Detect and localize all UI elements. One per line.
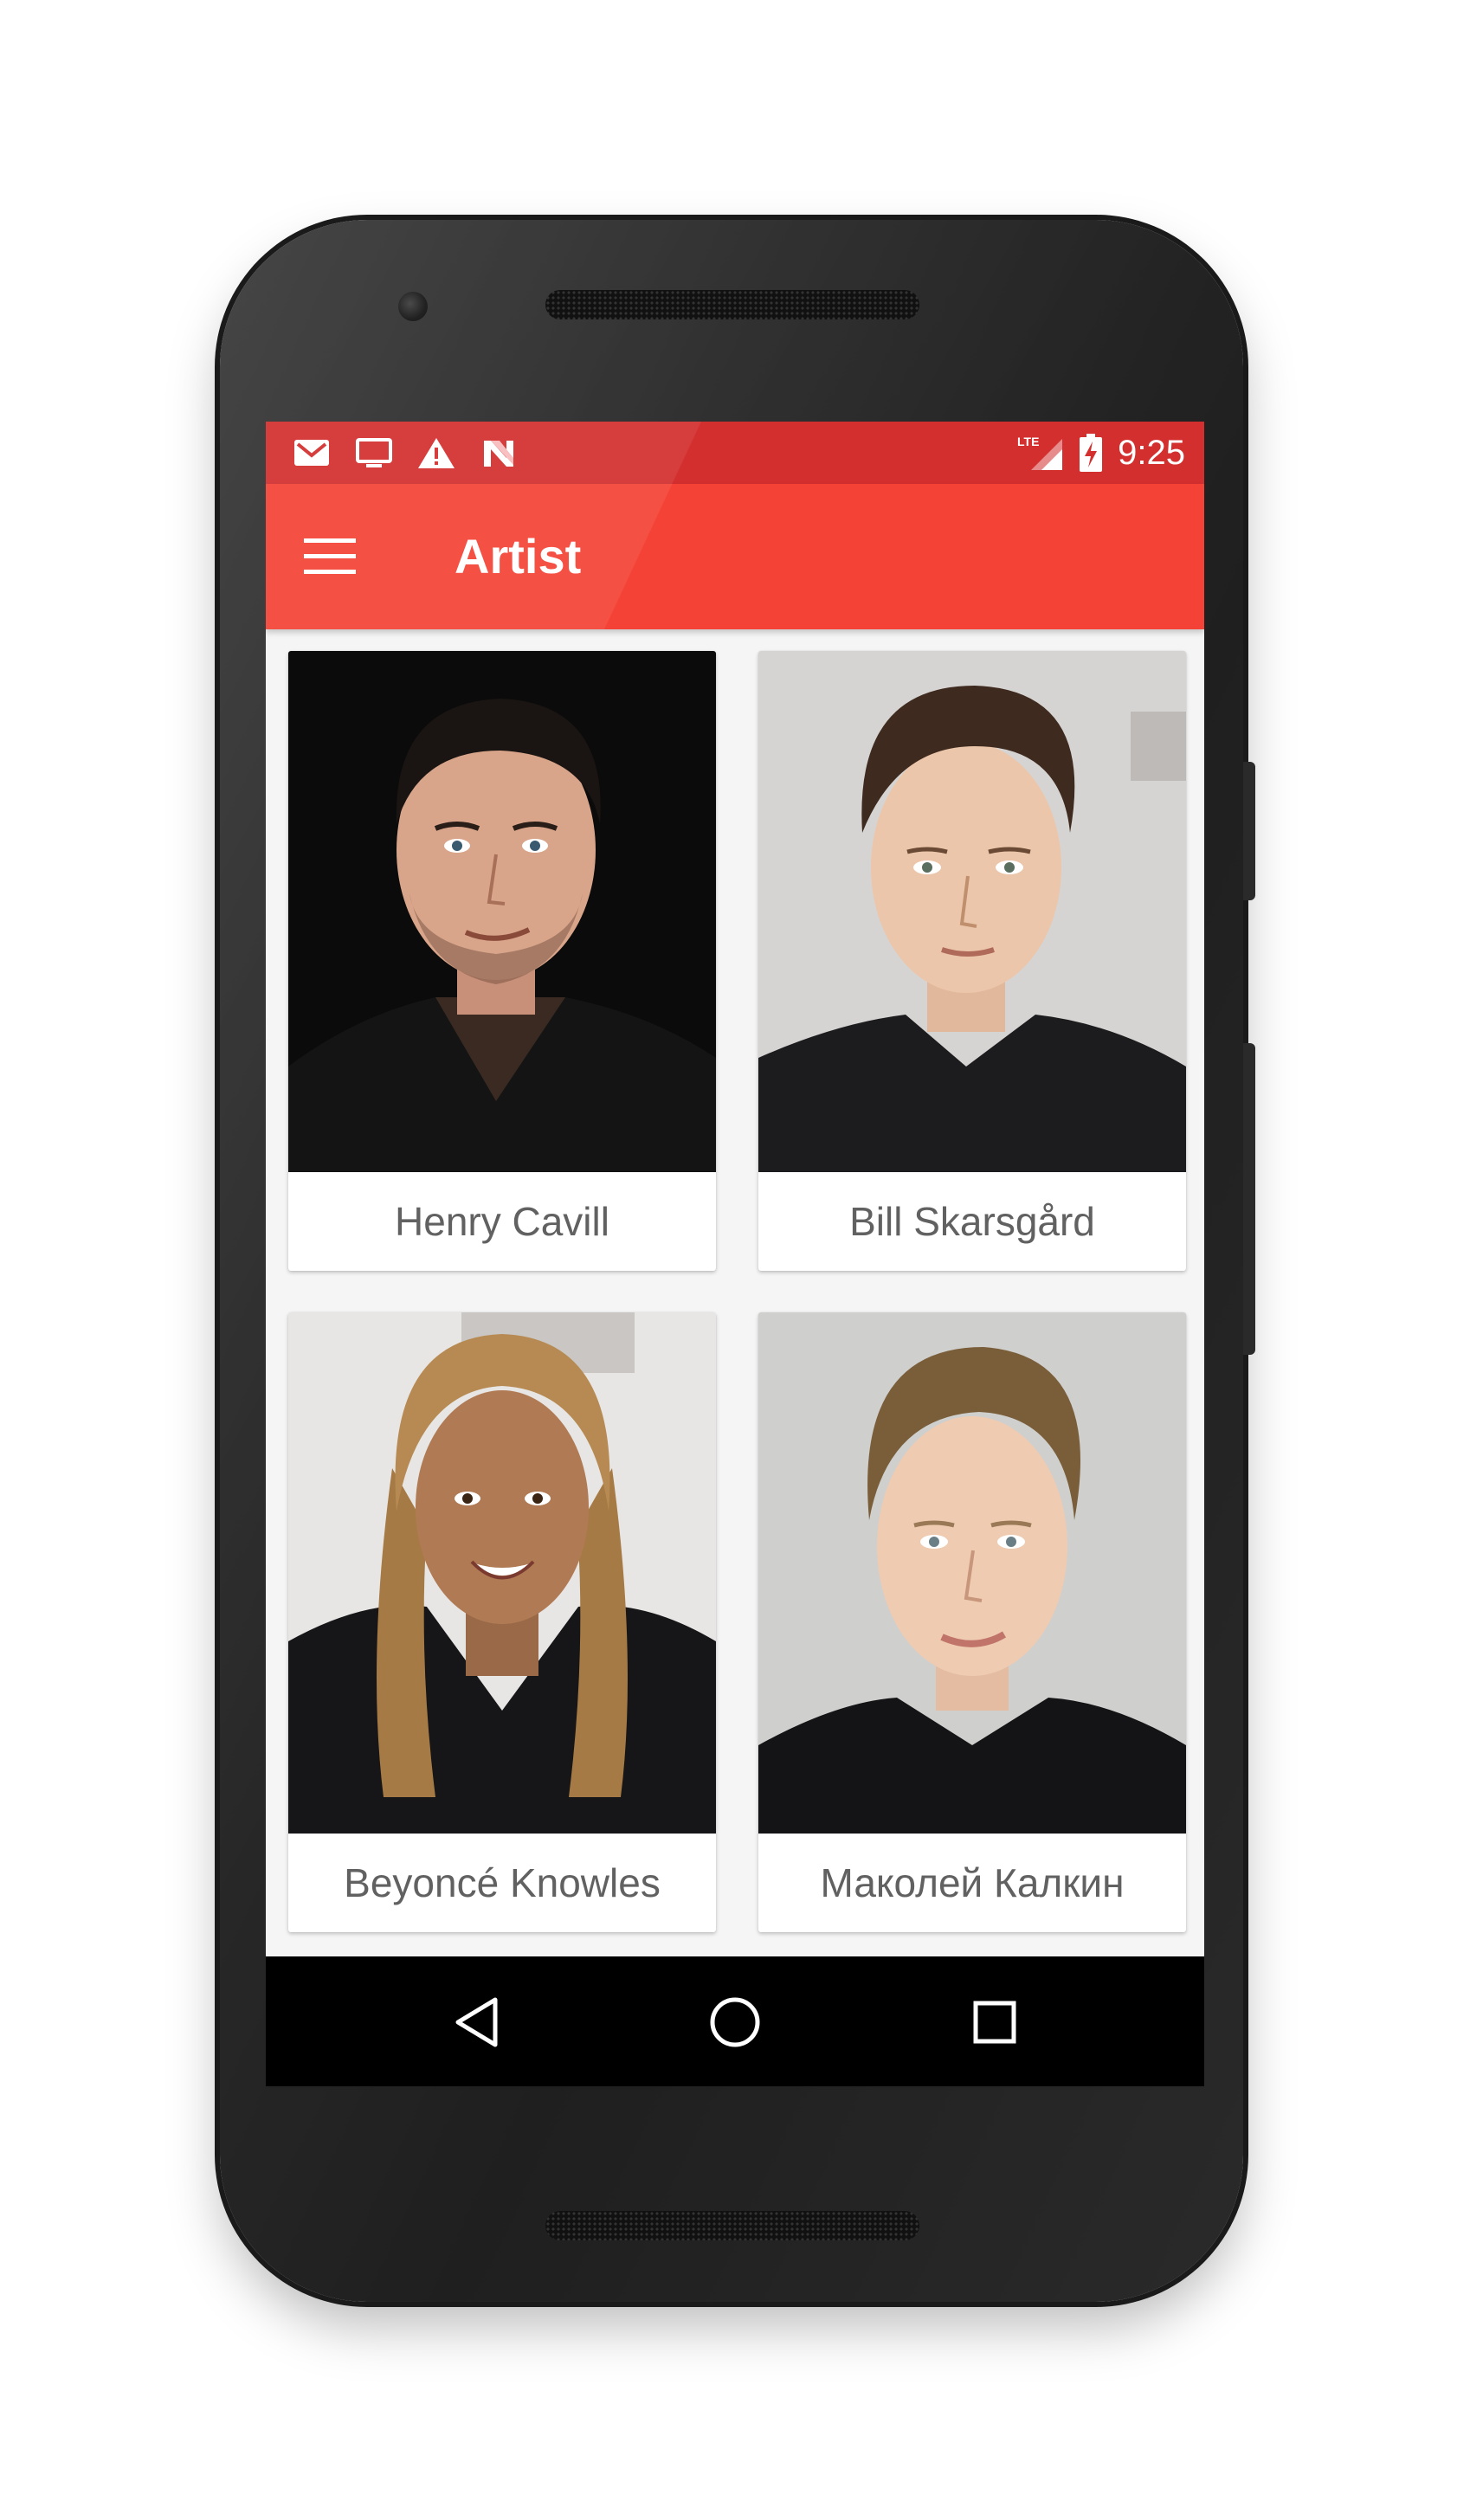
page-title: Artist — [455, 529, 582, 583]
gmail-icon — [294, 440, 329, 466]
back-button[interactable] — [446, 1991, 508, 2053]
battery-charging-icon — [1080, 434, 1103, 472]
lte-signal-icon: LTE — [1017, 435, 1063, 470]
artist-photo — [758, 1312, 1186, 1834]
phone-screen: LTE 9:25 Artist Henry Cavill Bill Skarsg… — [266, 422, 1204, 2086]
back-triangle-icon — [455, 1997, 498, 2047]
status-time: 9:25 — [1118, 434, 1185, 472]
navigation-bar — [266, 1956, 1204, 2086]
portrait-photo — [758, 1312, 1186, 1834]
portrait-photo — [288, 1312, 716, 1834]
home-button[interactable] — [704, 1991, 766, 2053]
artist-photo — [288, 1312, 716, 1834]
artist-name: Bill Skarsgård — [849, 1199, 1095, 1244]
top-speaker-grille — [545, 290, 919, 319]
artist-card[interactable]: Henry Cavill — [288, 651, 716, 1271]
home-circle-icon — [710, 1997, 760, 2047]
front-camera — [398, 292, 428, 321]
artist-name: Маколей Калкин — [820, 1860, 1125, 1905]
hamburger-menu-icon — [304, 538, 356, 574]
notification-icons — [292, 434, 519, 472]
power-button — [1243, 762, 1255, 900]
system-status-icons: LTE 9:25 — [1015, 432, 1185, 474]
artist-card[interactable]: Маколей Калкин — [758, 1312, 1186, 1932]
artist-card[interactable]: Bill Skarsgård — [758, 651, 1186, 1271]
status-bar: LTE 9:25 — [266, 422, 1204, 484]
menu-button[interactable] — [302, 529, 358, 584]
volume-button — [1243, 1043, 1255, 1355]
app-toolbar: Artist — [266, 422, 1204, 629]
artist-name: Henry Cavill — [395, 1199, 609, 1244]
artist-photo — [758, 651, 1186, 1172]
artist-grid: Henry Cavill Bill Skarsgård Beyoncé Know… — [266, 629, 1204, 1932]
portrait-photo — [758, 651, 1186, 1172]
artist-photo — [288, 651, 716, 1172]
portrait-photo — [288, 651, 716, 1172]
bottom-speaker-grille — [545, 2211, 919, 2240]
artist-card[interactable]: Beyoncé Knowles — [288, 1312, 716, 1932]
n-app-icon — [484, 441, 513, 467]
cast-screen-icon — [356, 438, 392, 467]
artist-name: Beyoncé Knowles — [344, 1860, 661, 1905]
recents-square-icon — [973, 2001, 1016, 2044]
lte-label: LTE — [1017, 435, 1039, 448]
recents-button[interactable] — [964, 1991, 1026, 2053]
warning-icon — [418, 438, 455, 468]
